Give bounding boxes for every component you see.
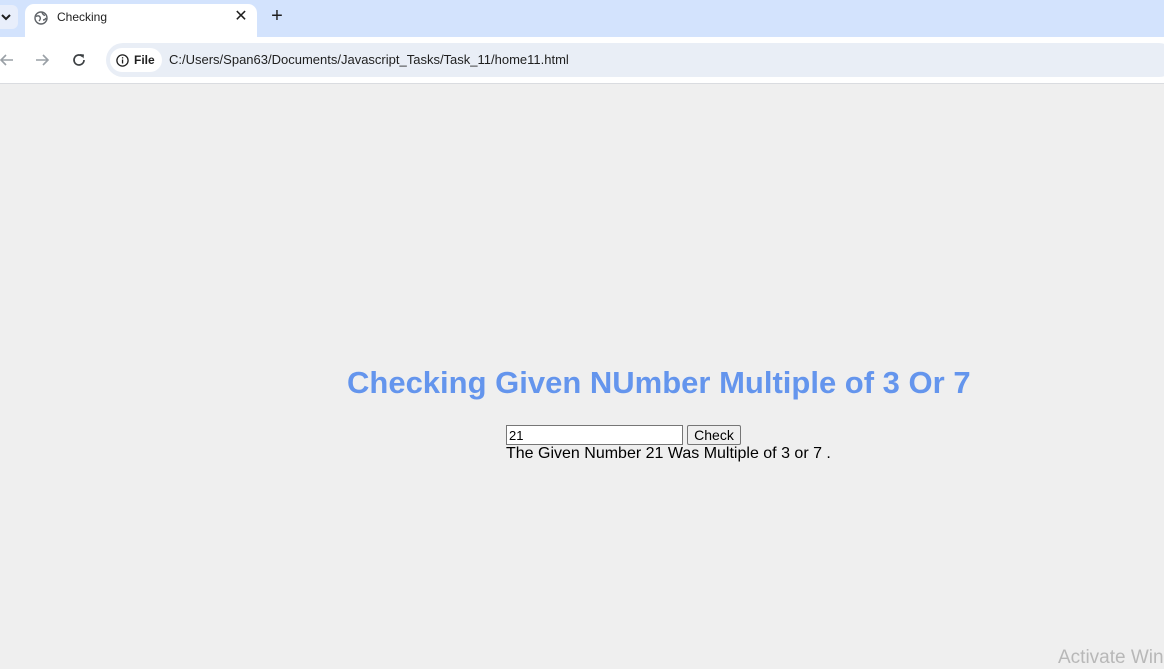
reload-icon [73, 54, 85, 66]
result-text: The Given Number 21 Was Multiple of 3 or… [506, 445, 831, 462]
site-info-chip[interactable]: File [110, 48, 162, 72]
info-icon [116, 53, 129, 67]
back-button[interactable] [0, 50, 17, 70]
reload-button[interactable] [69, 50, 89, 70]
globe-icon [34, 11, 48, 25]
site-chip-label: File [134, 53, 155, 67]
url-text[interactable]: C:/Users/Span63/Documents/Javascript_Tas… [169, 52, 569, 67]
number-input[interactable] [506, 425, 683, 445]
check-button[interactable]: Check [687, 425, 741, 445]
forward-arrow-icon [36, 54, 50, 66]
new-tab-button[interactable]: + [268, 6, 286, 26]
chevron-down-icon [1, 14, 11, 21]
tab-strip: Checking ✕ + [0, 0, 1164, 37]
tab-title: Checking [57, 10, 108, 24]
os-activation-watermark: Activate Windows [1058, 647, 1164, 668]
forward-button[interactable] [32, 50, 52, 70]
browser-toolbar: File C:/Users/Span63/Documents/Javascrip… [0, 37, 1164, 84]
page-heading: Checking Given NUmber Multiple of 3 Or 7 [347, 365, 971, 400]
address-bar[interactable]: File C:/Users/Span63/Documents/Javascrip… [106, 43, 1164, 77]
browser-tab[interactable]: Checking ✕ [25, 4, 257, 37]
close-tab-icon[interactable]: ✕ [233, 9, 249, 25]
page-content: Checking Given NUmber Multiple of 3 Or 7… [0, 84, 1164, 668]
tab-search-button[interactable] [0, 5, 18, 29]
back-arrow-icon [0, 54, 13, 66]
